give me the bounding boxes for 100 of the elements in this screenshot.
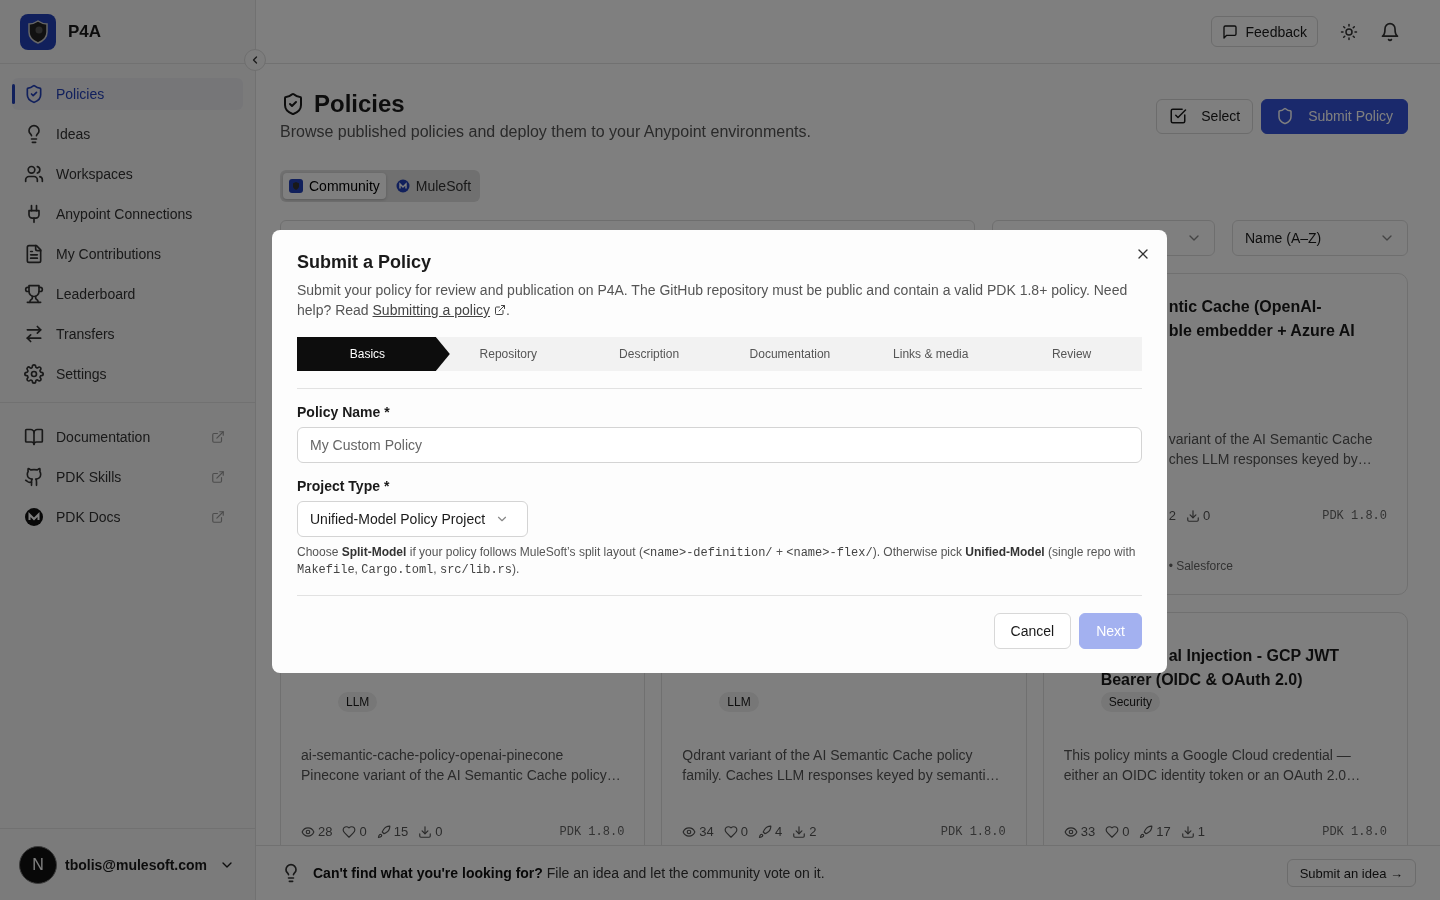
card-title: ble embedder + Azure AI: [1167, 321, 1356, 341]
version-label: PDK 1.8.0: [1322, 824, 1387, 839]
nav-item[interactable]: Transfers: [12, 318, 243, 350]
m-logo-icon: [24, 507, 44, 527]
card-publisher: • Salesforce: [1167, 558, 1234, 574]
stat-count: 2: [809, 824, 817, 839]
eye-icon: [682, 824, 697, 839]
feedback-button[interactable]: Feedback: [1210, 16, 1318, 47]
submit-policy-button[interactable]: Submit Policy: [1261, 98, 1408, 134]
nav-item[interactable]: Leaderboard: [12, 278, 243, 310]
idea-prompt: Can't find what you're looking for? File an idea and let the community vote on it.: [313, 865, 826, 881]
stat-count: 17: [1156, 824, 1171, 839]
card-description: This policy mints a Google Cloud credential —: [1063, 746, 1352, 765]
page-title: Policies: [314, 89, 405, 119]
book-icon: [24, 427, 44, 447]
nav-item[interactable]: Workspaces: [12, 158, 243, 190]
nav-link[interactable]: PDK Docs: [12, 501, 243, 533]
download-icon: [792, 824, 807, 839]
document-icon: [24, 244, 44, 264]
arrows-icon: [24, 324, 44, 344]
bell-icon: [1380, 21, 1400, 42]
dialog-description: Submit your policy for review and publication on P4A. The GitHub repository must be public and contain a valid PDK 1.8+ policy. Need help? Read Submitting a policy .: [297, 281, 1129, 320]
eye-icon: [1063, 824, 1078, 839]
source-tab[interactable]: MuleSoft: [389, 173, 478, 199]
stat-count: 0: [1122, 824, 1130, 839]
stat-count: 0: [435, 824, 443, 839]
stat-count: 2: [1168, 508, 1176, 523]
stat-count: 33: [1080, 824, 1096, 839]
stat-count: 0: [359, 824, 367, 839]
stat-count: 15: [393, 824, 409, 839]
external-link-icon: [211, 510, 225, 524]
version-label: PDK 1.8.0: [559, 824, 625, 839]
external-link-icon: [211, 430, 225, 444]
nav-item[interactable]: Policies: [12, 78, 243, 110]
users-icon: [24, 164, 44, 184]
page-subtitle: Browse published policies and deploy them to your Anypoint environments.: [280, 122, 811, 142]
card-description: either an OIDC identity token or an OAuth 2.0…: [1063, 766, 1362, 785]
step[interactable]: Documentation: [719, 337, 861, 371]
heart-icon: [723, 824, 738, 839]
cancel-button[interactable]: Cancel: [993, 613, 1072, 649]
nav-item[interactable]: My Contributions: [12, 238, 243, 270]
download-icon: [1180, 824, 1195, 839]
settings-icon: [24, 364, 44, 384]
submit-idea-button[interactable]: Submit an idea →: [1286, 859, 1416, 887]
card-description: Qdrant variant of the AI Semantic Cache policy: [682, 746, 974, 765]
shield-icon: [281, 92, 305, 116]
user-email[interactable]: tbolis@mulesoft.com: [65, 856, 211, 873]
help-text: Choose Split-Model if your policy follows MuleSoft’s split layout (<name>-definition/ + <name>-flex/). Otherwise pick Unified-Model (single repo with Makefile, Cargo.toml, src/lib.rs).: [297, 544, 1137, 578]
step[interactable]: Review: [1001, 337, 1142, 371]
shield-icon: [1276, 107, 1295, 125]
rocket-icon: [376, 824, 391, 839]
collapse-button[interactable]: [244, 49, 266, 71]
external-link-icon: [494, 304, 507, 316]
card-description: variant of the AI Semantic Cache: [1168, 430, 1374, 449]
card-title: al Injection - GCP JWT: [1167, 646, 1341, 666]
nav-link[interactable]: Documentation: [12, 421, 243, 453]
nav-link[interactable]: PDK Skills: [12, 461, 243, 493]
stat-count: 0: [740, 824, 749, 839]
step[interactable]: Description: [578, 337, 720, 371]
stat-count: 0: [1202, 508, 1211, 523]
nav-item[interactable]: Anypoint Connections: [12, 198, 243, 230]
heart-icon: [342, 824, 357, 839]
select-button[interactable]: Select: [1156, 98, 1254, 134]
card-description: ches LLM responses keyed by…: [1168, 450, 1373, 469]
rocket-icon: [1139, 824, 1154, 839]
heart-icon: [1105, 824, 1120, 839]
stat-count: 4: [775, 824, 783, 839]
help-link[interactable]: Submitting a policy: [372, 300, 507, 320]
notifications-button[interactable]: [1380, 21, 1400, 42]
nav-item[interactable]: Ideas: [12, 118, 243, 150]
dialog-title: Submit a Policy: [297, 251, 433, 274]
logo-icon: [289, 179, 303, 193]
sun-icon: [1340, 22, 1358, 41]
trophy-icon: [24, 284, 44, 304]
download-icon: [1185, 508, 1200, 523]
sort-dropdown[interactable]: Name (A–Z): [1232, 220, 1408, 256]
card-description: Pinecone variant of the AI Semantic Cache policy…: [301, 766, 622, 785]
version-label: PDK 1.8.0: [940, 824, 1006, 839]
card-description: family. Caches LLM responses keyed by semanti…: [682, 766, 1001, 785]
nav-item[interactable]: Settings: [12, 358, 243, 390]
source-tab[interactable]: Community: [283, 173, 386, 199]
app-name: P4A: [68, 21, 102, 42]
policy-name-input[interactable]: My Custom Policy: [297, 427, 1142, 463]
step[interactable]: Links & media: [860, 337, 1002, 371]
message-icon: [1221, 23, 1238, 40]
step[interactable]: Basics: [297, 337, 450, 371]
external-link-icon: [211, 470, 225, 484]
category-tag: LLM: [719, 692, 759, 712]
avatar: N: [19, 845, 57, 884]
checkbox-icon: [1169, 107, 1188, 125]
stat-count: 28: [318, 824, 333, 839]
field-label: Project Type *: [297, 477, 391, 496]
project-type-select[interactable]: Unified-Model Policy Project: [297, 501, 528, 537]
cat-icon: [24, 467, 44, 487]
field-label: Policy Name *: [297, 403, 391, 422]
theme-toggle[interactable]: [1340, 22, 1358, 41]
card-description: ai-semantic-cache-policy-openai-pinecone: [301, 746, 565, 765]
shield-icon: [24, 84, 44, 104]
card-title: Bearer (OIDC & OAuth 2.0): [1100, 670, 1304, 690]
rocket-icon: [758, 824, 773, 839]
